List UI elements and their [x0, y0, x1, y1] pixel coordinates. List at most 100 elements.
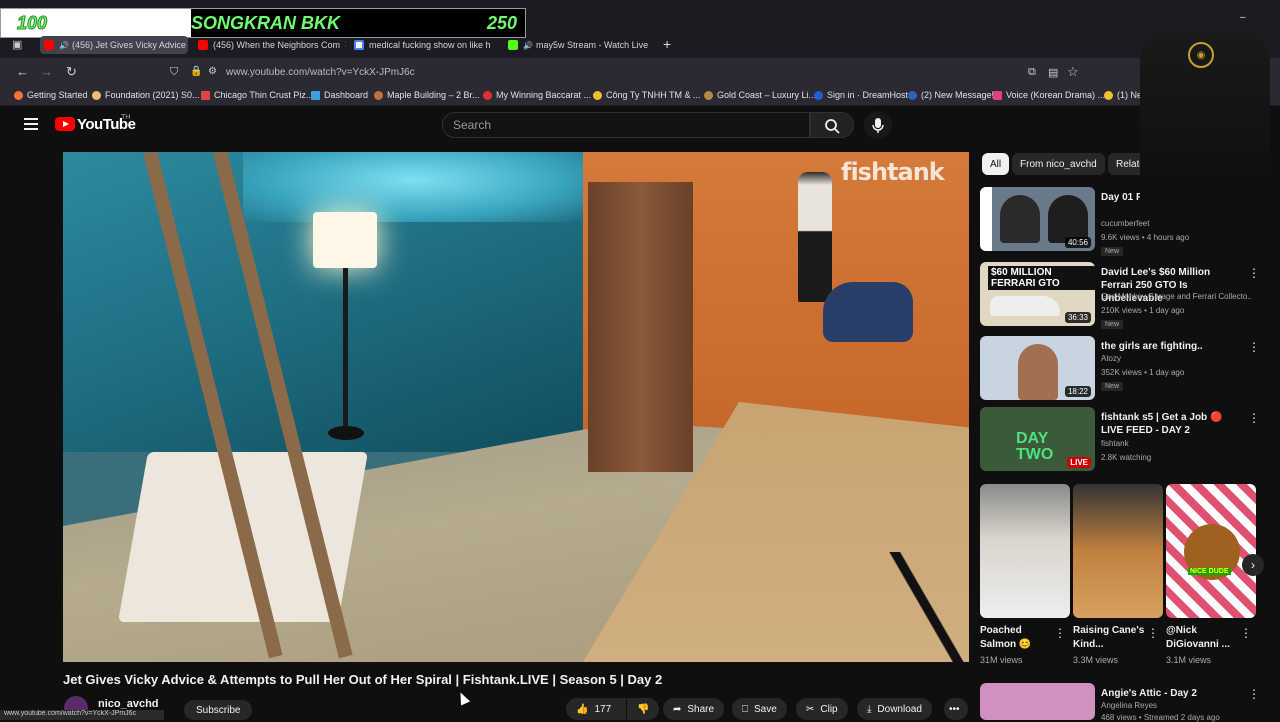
- more-vertical-icon[interactable]: ⋮: [1240, 626, 1252, 640]
- short-item[interactable]: Raising Cane's Kind... 3.3M views ⋮: [1073, 484, 1163, 665]
- bookmark-item[interactable]: Getting Started: [14, 90, 88, 100]
- video-thumbnail: DAY TWO LIVE: [980, 407, 1095, 471]
- more-vertical-icon[interactable]: ⋮: [1248, 340, 1260, 354]
- dislike-button[interactable]: 👎: [627, 698, 659, 720]
- minimize-icon[interactable]: –: [1240, 12, 1246, 23]
- search-field[interactable]: [442, 112, 810, 138]
- sitting-person: [823, 282, 913, 342]
- subscribe-button[interactable]: Subscribe: [184, 700, 253, 720]
- search-icon: [825, 119, 840, 134]
- recommendation-item[interactable]: 18:22 the girls are fighting.. Atozy 352…: [980, 336, 1260, 400]
- new-badge: New: [1101, 247, 1124, 256]
- live-badge: LIVE: [1067, 457, 1091, 468]
- overlay-right-number: 250: [486, 13, 517, 33]
- tab-label: (456) Jet Gives Vicky Advice: [71, 40, 186, 50]
- menu-icon[interactable]: [24, 118, 38, 130]
- video-thumbnail: 18:22: [980, 336, 1095, 400]
- closet-door: [588, 182, 693, 472]
- like-button[interactable]: 👍 177: [566, 698, 626, 720]
- permissions-icon[interactable]: ⚙: [208, 66, 217, 77]
- save-button[interactable]: ⎕ Save: [732, 698, 787, 720]
- bookmark-item[interactable]: Foundation (2021) S0...: [92, 90, 200, 100]
- chip-all[interactable]: All: [982, 153, 1010, 175]
- short-item[interactable]: Poached Salmon 😊 31M views ⋮: [980, 484, 1070, 665]
- forward-icon[interactable]: →: [40, 64, 53, 79]
- bookmark-item[interactable]: My Winning Baccarat ...: [483, 90, 591, 100]
- bookmark-favicon-icon: [814, 90, 823, 100]
- share-button[interactable]: ➦ Share: [663, 698, 725, 720]
- download-button[interactable]: ⤓ Download: [857, 698, 932, 720]
- camera-tripod: [883, 552, 969, 662]
- bookmark-item[interactable]: Chicago Thin Crust Piz...: [201, 90, 313, 100]
- bookmark-item[interactable]: Maple Building – 2 Br...: [374, 90, 480, 100]
- recommendation-channel: cucumberfeet: [1101, 219, 1150, 228]
- more-vertical-icon[interactable]: ⋮: [1248, 687, 1260, 701]
- lock-icon[interactable]: 🔒: [190, 66, 202, 77]
- thumbs-down-icon: 👎: [637, 703, 650, 715]
- bookmark-item[interactable]: Công Ty TNHH TM & ...: [593, 90, 701, 100]
- tab-close-icon[interactable]: ✕: [344, 40, 346, 51]
- short-title: Raising Cane's Kind...: [1073, 625, 1145, 650]
- duration-badge: 18:22: [1064, 386, 1091, 397]
- chair-logo-icon: ◉: [1188, 42, 1214, 68]
- bookmark-favicon-icon: [993, 90, 1002, 100]
- bookmark-item[interactable]: Gold Coast – Luxury Li...: [704, 90, 816, 100]
- reload-icon[interactable]: ↻: [66, 64, 77, 80]
- bookmark-star-icon[interactable]: ☆: [1067, 64, 1079, 80]
- video-thumbnail: $60 MILLION FERRARI GTO 36:33: [980, 262, 1095, 326]
- voice-search-button[interactable]: [864, 111, 892, 139]
- video-watermark: fishtank: [841, 158, 945, 186]
- bookmark-item[interactable]: Sign in · DreamHost: [814, 90, 908, 100]
- recommendation-item[interactable]: DAY TWO LIVE fishtank s5 | Get a Job 🔴 L…: [980, 407, 1260, 471]
- more-actions-button[interactable]: •••: [944, 698, 968, 720]
- video-title: Jet Gives Vicky Advice & Attempts to Pul…: [63, 672, 663, 687]
- youtube-favicon-icon: [198, 40, 208, 50]
- tab[interactable]: (456) When the Neighbors Com ✕: [198, 36, 346, 54]
- screenshot-icon[interactable]: ⧉: [1028, 66, 1036, 79]
- tab[interactable]: 🔊 may5w Stream - Watch Live ✕: [508, 36, 650, 54]
- youtube-logo-icon[interactable]: [55, 117, 75, 131]
- bookmark-item[interactable]: Dashboard: [311, 90, 368, 100]
- recommendation-meta: 352K views • 1 day ago: [1101, 368, 1185, 377]
- recommendation-meta: 2.8K watching: [1101, 453, 1152, 462]
- kick-favicon-icon: [508, 40, 518, 50]
- channel-name[interactable]: nico_avchd: [98, 698, 159, 710]
- bookmark-item[interactable]: (2) New Message!: [908, 90, 994, 100]
- tab-list-icon[interactable]: ▣: [12, 38, 22, 51]
- recommendation-meta: 468 views • Streamed 2 days ago: [1101, 713, 1220, 722]
- recommendation-channel: fishtank: [1101, 439, 1129, 448]
- back-icon[interactable]: ←: [16, 64, 29, 79]
- chip-from-channel[interactable]: From nico_avchd: [1012, 153, 1105, 175]
- shield-icon[interactable]: ⛉: [170, 66, 178, 79]
- recommendation-item[interactable]: $60 MILLION FERRARI GTO 36:33 David Lee'…: [980, 262, 1260, 329]
- floor-lamp: [313, 212, 377, 268]
- search-button[interactable]: [810, 112, 854, 138]
- bookmark-item[interactable]: Voice (Korean Drama) ...: [993, 90, 1105, 100]
- tab[interactable]: medical fucking show on like h ✕: [354, 36, 494, 54]
- video-player[interactable]: fishtank: [63, 152, 969, 662]
- bookmark-favicon-icon: [483, 90, 492, 100]
- recommendation-item[interactable]: Angie's Attic - Day 2 Angelina Reyes 468…: [980, 683, 1260, 722]
- download-icon: ⤓: [867, 703, 872, 715]
- short-views: 31M views: [980, 655, 1023, 665]
- bookmark-favicon-icon: [593, 90, 602, 100]
- mouse-cursor-icon: [455, 690, 471, 706]
- more-vertical-icon[interactable]: ⋮: [1248, 411, 1260, 425]
- short-thumbnail: [1073, 484, 1163, 618]
- recommendation-channel: Gas Monkey Garage and Ferrari Collecto..…: [1101, 292, 1251, 301]
- reader-view-icon[interactable]: ▤: [1048, 66, 1058, 79]
- address-bar-url[interactable]: www.youtube.com/watch?v=YckX-JPmJ6c: [226, 67, 415, 78]
- more-vertical-icon[interactable]: ⋮: [1147, 626, 1159, 640]
- stream-overlay-banner: 100 SONGKRAN BKK 250: [0, 8, 526, 38]
- new-tab-icon[interactable]: +: [663, 36, 671, 52]
- short-item[interactable]: NICE DUDE @Nick DiGiovanni ... 3.1M view…: [1166, 484, 1256, 665]
- more-vertical-icon[interactable]: ⋮: [1248, 266, 1260, 280]
- video-thumbnail: 40:56: [980, 187, 1095, 251]
- more-vertical-icon[interactable]: ⋮: [1054, 626, 1066, 640]
- search-input[interactable]: [443, 113, 809, 137]
- tab-label: medical fucking show on like h: [369, 40, 491, 50]
- shorts-next-icon[interactable]: ›: [1242, 554, 1264, 576]
- clip-button[interactable]: ✂ Clip: [796, 698, 848, 720]
- bookmark-favicon-icon: [374, 90, 383, 100]
- tab-active[interactable]: 🔊 (456) Jet Gives Vicky Advice ✕: [40, 36, 188, 54]
